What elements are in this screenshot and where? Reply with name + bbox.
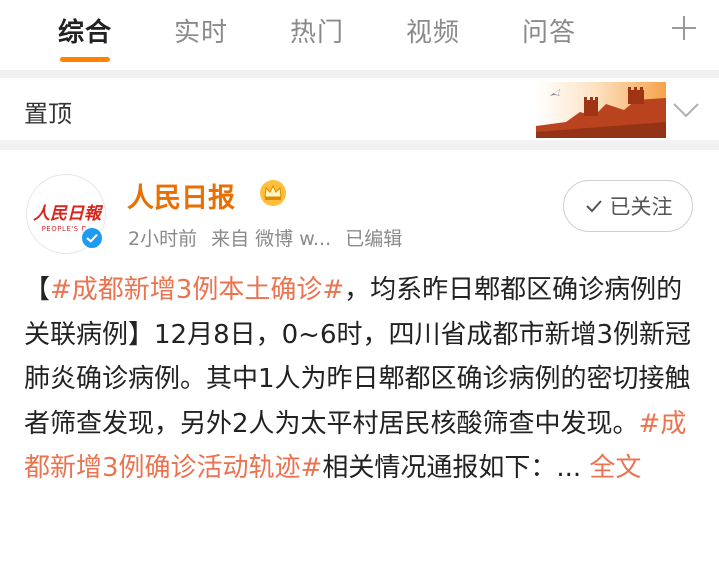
post-time: 2小时前 — [128, 228, 198, 250]
verified-icon — [80, 226, 104, 250]
follow-button-label: 已关注 — [609, 195, 673, 219]
follow-button[interactable]: 已关注 — [563, 180, 693, 232]
tab-video[interactable]: 视频 — [406, 12, 460, 49]
great-wall-banner-image — [536, 82, 666, 138]
pinned-row[interactable]: 置顶 — [0, 78, 719, 140]
tab-hot[interactable]: 热门 — [290, 12, 344, 49]
post-meta: 2小时前 来自 微博 w... 已编辑 — [128, 224, 410, 251]
post-body: 【#成都新增3例本土确诊#，均系昨日郫都区确诊病例的关联病例】12月8日，0~6… — [24, 268, 704, 491]
crown-icon — [260, 180, 286, 206]
post-source[interactable]: 来自 微博 w... — [211, 228, 331, 250]
topic-link[interactable]: #成都新增3例本土确诊# — [50, 275, 344, 305]
tab-comprehensive[interactable]: 综合 — [58, 12, 112, 49]
tab-realtime[interactable]: 实时 — [174, 12, 228, 49]
divider — [0, 140, 719, 150]
avatar-logo-text: 人民日報 — [33, 204, 101, 224]
pinned-label: 置顶 — [24, 100, 72, 128]
bracket-open: 【 — [24, 275, 51, 305]
post-text: 相关情况通报如下：... — [322, 453, 582, 483]
plus-icon[interactable] — [666, 10, 702, 46]
active-tab-indicator — [60, 57, 110, 62]
post-edited[interactable]: 已编辑 — [345, 228, 402, 250]
chevron-down-icon[interactable] — [670, 94, 702, 124]
check-icon — [585, 200, 602, 213]
tab-bar: 综合 实时 热门 视频 问答 — [0, 0, 719, 70]
author-name[interactable]: 人民日报 — [127, 176, 235, 215]
divider — [0, 70, 719, 78]
tab-qa[interactable]: 问答 — [522, 12, 576, 49]
full-text-link[interactable]: 全文 — [589, 453, 641, 483]
